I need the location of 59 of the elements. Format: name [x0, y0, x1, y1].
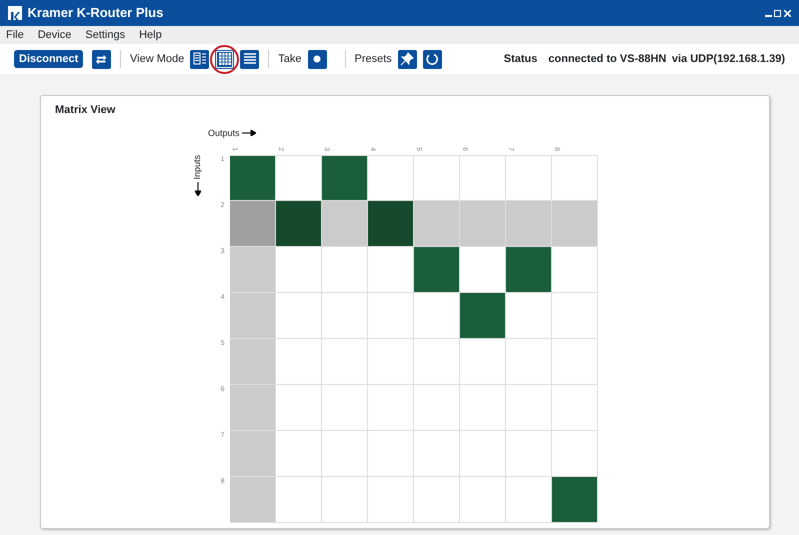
crosspoint-active[interactable] — [506, 246, 552, 292]
crosspoint[interactable] — [276, 476, 322, 522]
outputs-label: Outputs — [208, 126, 240, 140]
crosspoint[interactable] — [322, 384, 368, 430]
crosspoint[interactable] — [414, 430, 460, 476]
down-arrow-icon — [194, 182, 201, 196]
pin-icon[interactable] — [398, 50, 417, 68]
presets-label: Presets — [354, 52, 392, 67]
crosspoint[interactable] — [276, 292, 322, 338]
crosspoint[interactable] — [276, 430, 322, 476]
crosspoint[interactable] — [230, 292, 276, 338]
crosspoint-active[interactable] — [552, 476, 598, 522]
crosspoint[interactable] — [368, 476, 414, 522]
crosspoint[interactable] — [322, 292, 368, 338]
crosspoint-active[interactable] — [414, 246, 460, 292]
crosspoint[interactable] — [230, 384, 276, 430]
disconnect-button[interactable]: Disconnect — [14, 50, 84, 68]
crosspoint-active[interactable] — [460, 292, 506, 338]
rows-icon[interactable] — [240, 50, 260, 68]
menu-item[interactable]: File — [6, 26, 24, 44]
crosspoint[interactable] — [322, 338, 368, 384]
logo-icon — [8, 6, 22, 20]
swap-arrows-icon[interactable] — [92, 50, 112, 68]
menu-item[interactable]: Settings — [85, 26, 126, 44]
crosspoint[interactable] — [460, 384, 506, 430]
crosspoint[interactable] — [276, 338, 322, 384]
crosspoint[interactable] — [322, 476, 368, 522]
crosspoint[interactable] — [552, 338, 598, 384]
crosspoint[interactable] — [368, 338, 414, 384]
crosspoint[interactable] — [230, 476, 276, 522]
crosspoint[interactable] — [276, 384, 322, 430]
crosspoint[interactable] — [414, 476, 460, 522]
crosspoint[interactable] — [552, 384, 598, 430]
window-title: Kramer K-Router Plus — [28, 4, 164, 22]
crosspoint-active[interactable] — [230, 154, 276, 200]
status-text: connected to VS-88HN — [548, 52, 666, 67]
take-label: Take — [278, 52, 302, 67]
crosspoint-active[interactable] — [368, 200, 414, 246]
crosspoint[interactable] — [460, 476, 506, 522]
menu-item[interactable]: Help — [139, 26, 162, 44]
menu-item[interactable]: Device — [38, 26, 72, 44]
crosspoint[interactable] — [506, 384, 552, 430]
inputs-label: Inputs — [191, 154, 203, 180]
split-list-icon[interactable] — [190, 50, 210, 68]
grid-icon[interactable] — [215, 50, 234, 68]
refresh-icon[interactable] — [422, 50, 442, 68]
crosspoint-active[interactable] — [322, 154, 368, 200]
crosspoint[interactable] — [414, 384, 460, 430]
crosspoint[interactable] — [230, 430, 276, 476]
panel-title: Matrix View — [55, 103, 116, 118]
crosspoint[interactable] — [368, 384, 414, 430]
crosspoint[interactable] — [230, 338, 276, 384]
crosspoint[interactable] — [322, 430, 368, 476]
status-label: Status — [504, 52, 538, 67]
crosspoint-active[interactable] — [276, 200, 322, 246]
connection-text: via UDP(192.168.1.39) — [672, 52, 785, 67]
crosspoint[interactable] — [368, 430, 414, 476]
crosspoint[interactable] — [460, 430, 506, 476]
view-mode-label: View Mode — [130, 52, 184, 67]
